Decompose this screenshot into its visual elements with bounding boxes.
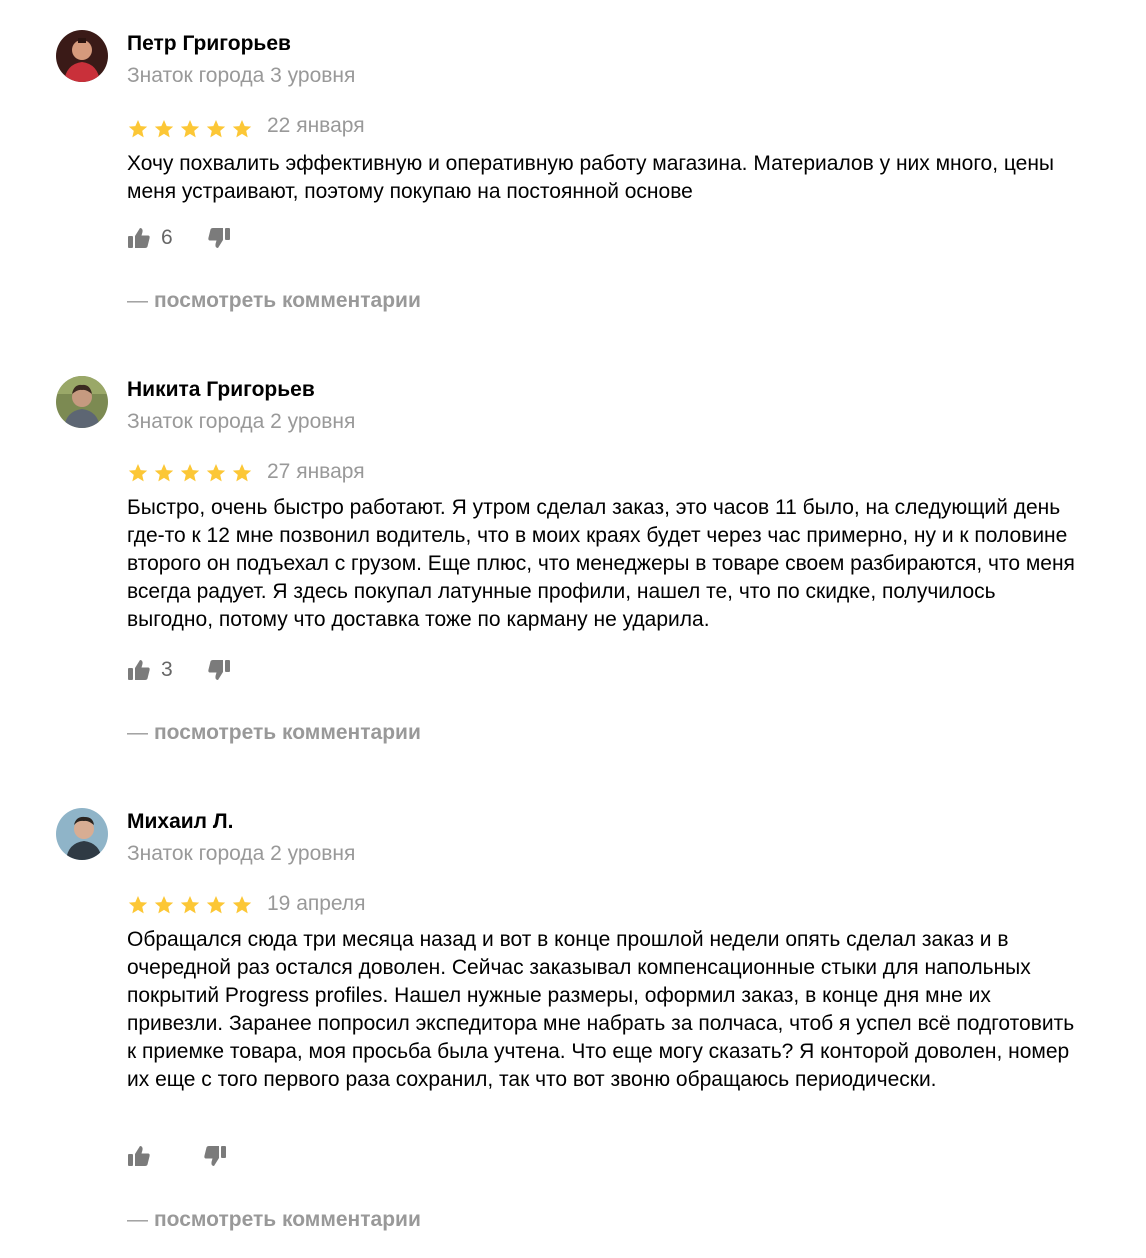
review-date: 27 января [267,460,365,483]
author-level: Знаток города 2 уровня [127,842,356,865]
star-icon [180,464,200,482]
review-card: Михаил Л. Знаток города 2 уровня 19 апре… [0,808,1146,1238]
review-text: Обращался сюда три месяца назад и вот в … [127,928,1075,1091]
author-level: Знаток города 2 уровня [127,410,356,433]
like-count: 6 [161,226,173,249]
star-icon [128,464,148,482]
review-date: 19 апреля [267,892,366,915]
like-count: 3 [161,658,173,681]
star-icon [232,896,252,914]
dash: — [127,289,148,312]
view-comments-link[interactable]: — посмотреть комментарии [127,721,421,745]
thumbs-up-icon [128,228,150,248]
rating-stars [127,118,253,140]
author-name[interactable]: Никита Григорьев [127,378,315,402]
review-text: Быстро, очень быстро работают. Я утром с… [127,496,1075,631]
thumbs-down-icon [208,660,230,680]
star-icon [206,464,226,482]
like-button[interactable]: 3 [127,658,175,682]
review-date: 22 января [267,114,365,137]
author-name[interactable]: Петр Григорьев [127,32,291,56]
dislike-button[interactable] [207,658,231,682]
avatar[interactable] [56,808,108,860]
star-icon [232,120,252,138]
rating-stars [127,894,253,916]
star-icon [128,896,148,914]
star-icon [154,464,174,482]
like-button[interactable]: 6 [127,226,175,250]
view-comments-label: посмотреть комментарии [154,721,421,744]
star-icon [206,120,226,138]
dislike-button[interactable] [207,226,231,250]
view-comments-label: посмотреть комментарии [154,1208,421,1231]
dash: — [127,721,148,744]
review-card: Никита Григорьев Знаток города 2 уровня … [0,376,1146,766]
dash: — [127,1208,148,1231]
star-icon [128,120,148,138]
review-votes: 3 [127,656,231,684]
review-text: Хочу похвалить эффективную и оперативную… [127,152,1055,203]
dislike-button[interactable] [203,1144,227,1168]
rating-stars [127,462,253,484]
thumbs-down-icon [204,1146,226,1166]
author-name[interactable]: Михаил Л. [127,810,233,834]
avatar[interactable] [56,376,108,428]
review-card: Петр Григорьев Знаток города 3 уровня 22… [0,30,1146,330]
view-comments-label: посмотреть комментарии [154,289,421,312]
view-comments-link[interactable]: — посмотреть комментарии [127,289,421,313]
author-level: Знаток города 3 уровня [127,64,356,87]
star-icon [180,896,200,914]
star-icon [154,896,174,914]
thumbs-down-icon [208,228,230,248]
review-votes: 6 [127,224,231,252]
view-comments-link[interactable]: — посмотреть комментарии [127,1208,421,1232]
thumbs-up-icon [128,660,150,680]
avatar[interactable] [56,30,108,82]
like-button[interactable] [127,1144,175,1168]
star-icon [206,896,226,914]
thumbs-up-icon [128,1146,150,1166]
star-icon [232,464,252,482]
star-icon [154,120,174,138]
star-icon [180,120,200,138]
review-votes [127,1142,227,1170]
